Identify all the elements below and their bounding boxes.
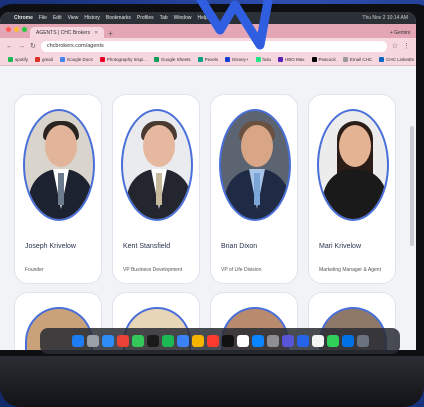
sheets-icon	[153, 57, 159, 62]
menubar-clock: Thu Nov 2 10:14 AM	[362, 15, 408, 21]
menubar-item-view[interactable]: View	[68, 15, 79, 21]
trash-icon[interactable]	[356, 335, 369, 347]
agent-name: Kent Stansfield	[123, 243, 171, 250]
screen: Chrome File Edit View History Bookmarks …	[0, 12, 416, 350]
music-icon[interactable]	[221, 335, 234, 347]
finder-icon[interactable]	[71, 335, 84, 347]
minimize-window-button[interactable]	[14, 27, 19, 32]
bookmark-spotify[interactable]: spotify	[8, 57, 28, 62]
address-url: chcbrokers.com/agents	[46, 43, 104, 49]
menubar-item-edit[interactable]: Edit	[53, 15, 62, 21]
bookmark-chc-linkedin[interactable]: CHC LinkedIn	[379, 57, 414, 62]
agent-photo	[317, 109, 389, 221]
photos-icon[interactable]	[206, 335, 219, 347]
back-icon[interactable]: ←	[6, 43, 13, 50]
calendar-icon[interactable]	[236, 335, 249, 347]
notes-icon[interactable]	[191, 335, 204, 347]
bookmark-gmail[interactable]: gmail	[35, 57, 53, 62]
agent-role: VP Business Development	[123, 267, 183, 273]
launchpad-icon[interactable]	[86, 335, 99, 347]
menubar-item-bookmarks[interactable]: Bookmarks	[106, 15, 131, 21]
settings-icon[interactable]	[266, 335, 279, 347]
preview-icon[interactable]	[311, 335, 324, 347]
menubar-app[interactable]: Chrome	[14, 15, 33, 21]
agent-role: Founder	[25, 267, 44, 273]
gemini-button[interactable]: + Gemini	[390, 30, 416, 38]
agent-name: Joseph Krivelow	[25, 243, 76, 250]
gmail-icon	[35, 57, 41, 62]
files-icon[interactable]	[341, 335, 354, 347]
agent-role: Marketing Manager & Agent	[319, 267, 381, 273]
bookmark-email-chc[interactable]: Email CHC	[342, 57, 372, 62]
app-store-icon[interactable]	[251, 335, 264, 347]
menubar-item-window[interactable]: Window	[174, 15, 192, 21]
new-tab-icon[interactable]: +	[108, 29, 113, 38]
pinterest-icon	[99, 57, 105, 62]
forward-icon[interactable]: →	[18, 43, 25, 50]
teams-icon[interactable]	[281, 335, 294, 347]
docs-icon	[59, 57, 65, 62]
menu-icon[interactable]: ⋮	[403, 42, 410, 50]
peacock-icon	[311, 57, 317, 62]
menubar-item-tab[interactable]: Tab	[160, 15, 168, 21]
bookmark-star-icon[interactable]: ☆	[392, 42, 398, 50]
agent-photo	[23, 109, 95, 221]
bookmark-google-docs[interactable]: Google Docs	[59, 57, 93, 62]
menubar-item-profiles[interactable]: Profiles	[137, 15, 154, 21]
agent-card[interactable]: Mari Krivelow Marketing Manager & Agent	[308, 94, 396, 284]
chrome-icon[interactable]	[116, 335, 129, 347]
tab-title: AGENTS | CHC Brokers	[36, 29, 91, 36]
agent-name: Brian Dixon	[221, 243, 258, 250]
bookmark-photography[interactable]: Photography Inspi...	[99, 57, 147, 62]
agent-name: Mari Krivelow	[319, 243, 362, 250]
tab-agents[interactable]: AGENTS | CHC Brokers ✕	[30, 27, 105, 38]
mac-dock	[40, 328, 400, 354]
window-controls	[6, 27, 27, 32]
zoom-icon[interactable]	[296, 335, 309, 347]
lightning-decoration	[195, 0, 273, 50]
agent-card[interactable]: Kent Stansfield VP Business Development	[112, 94, 200, 284]
page-content: Joseph Krivelow Founder Kent Stansfield …	[0, 66, 416, 350]
agent-card[interactable]: Brian Dixon VP of Life Division	[210, 94, 298, 284]
close-window-button[interactable]	[6, 27, 11, 32]
menubar-item-file[interactable]: File	[39, 15, 47, 21]
laptop-keyboard	[0, 356, 424, 407]
safari-icon[interactable]	[101, 335, 114, 347]
reload-icon[interactable]: ↻	[30, 42, 36, 50]
messages-icon[interactable]	[131, 335, 144, 347]
close-tab-icon[interactable]: ✕	[94, 30, 98, 36]
linkedin-icon	[379, 57, 385, 62]
agent-photo	[219, 109, 291, 221]
folder-icon	[342, 57, 348, 62]
agent-card[interactable]: Joseph Krivelow Founder	[14, 94, 102, 284]
facetime-icon[interactable]	[326, 335, 339, 347]
agent-role: VP of Life Division	[221, 267, 262, 273]
tv-icon[interactable]	[146, 335, 159, 347]
spotify-dock-icon[interactable]	[161, 335, 174, 347]
bookmark-hbo-max[interactable]: HBO Max	[278, 57, 305, 62]
maximize-window-button[interactable]	[22, 27, 27, 32]
bookmark-peacock[interactable]: Peacock	[311, 57, 336, 62]
agent-photo	[121, 109, 193, 221]
spotify-icon	[8, 57, 13, 62]
page-scrollbar[interactable]	[410, 126, 414, 246]
bookmark-google-sheets[interactable]: Google Sheets	[153, 57, 191, 62]
lightroom-icon[interactable]	[176, 335, 189, 347]
menubar-item-history[interactable]: History	[84, 15, 100, 21]
